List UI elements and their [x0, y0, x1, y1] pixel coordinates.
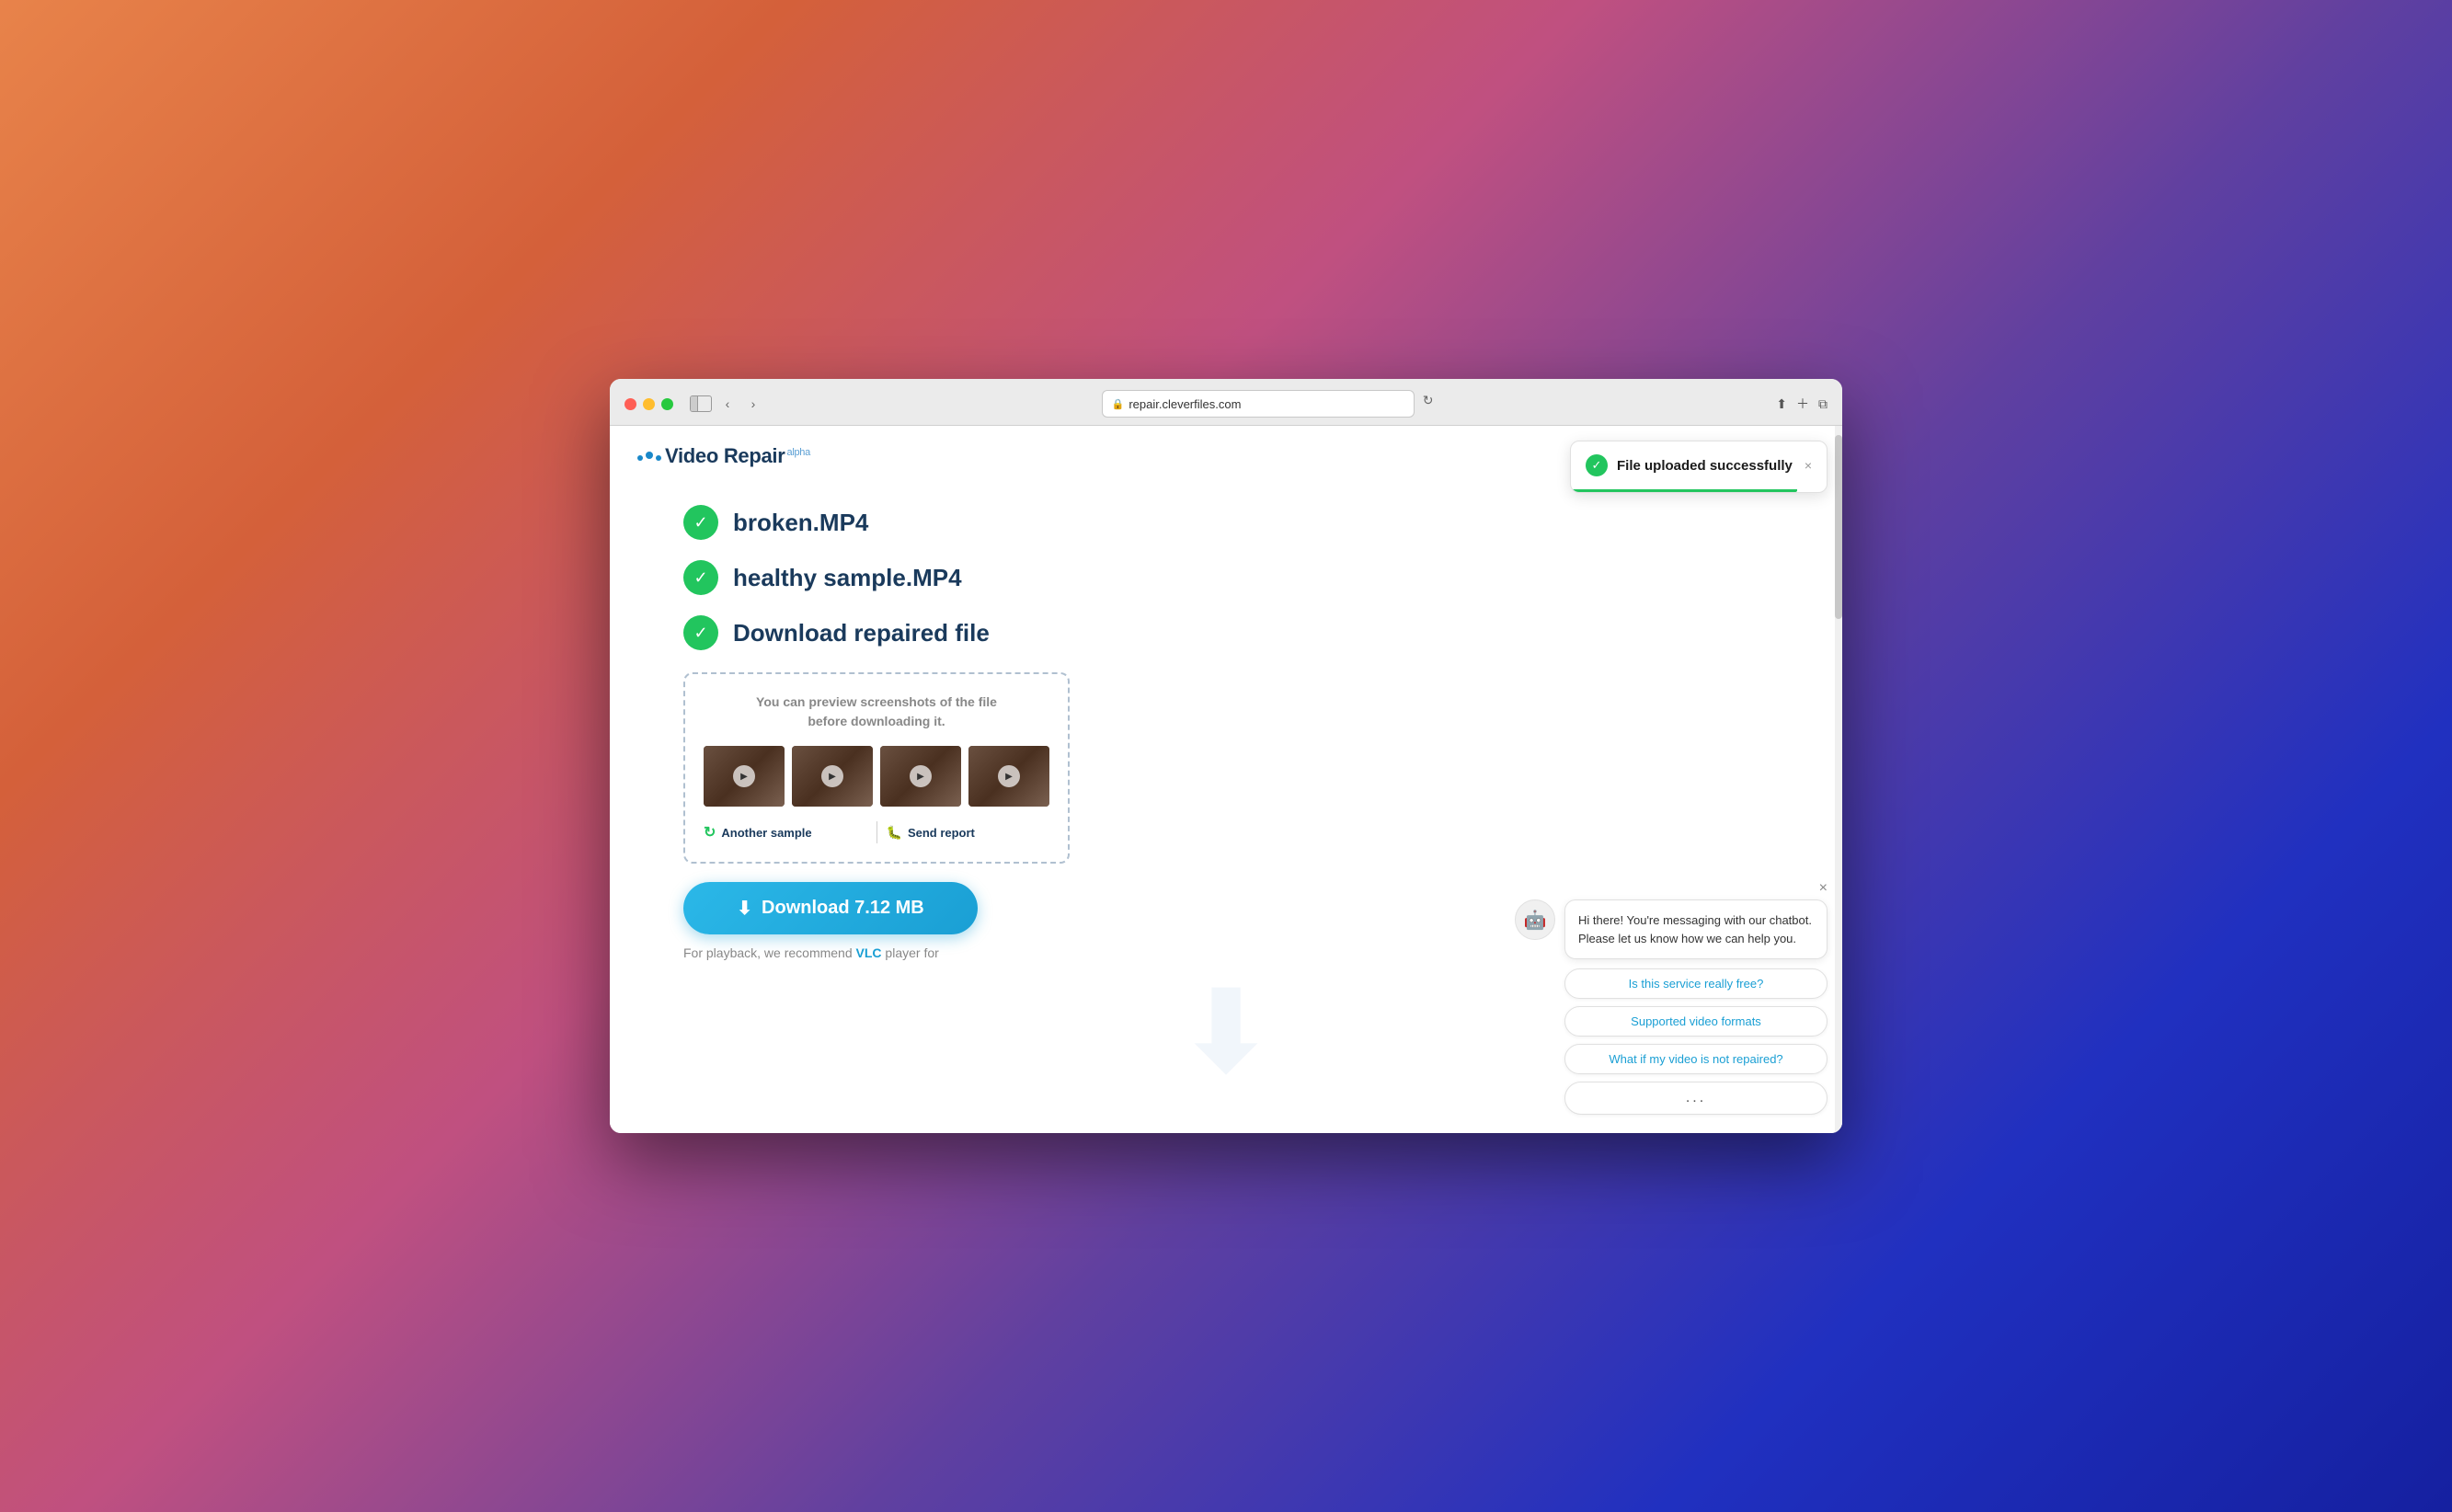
- logo-alpha: alpha: [787, 447, 810, 458]
- chatbot-content: Hi there! You're messaging with our chat…: [1564, 899, 1828, 1115]
- send-report-icon: 🐛: [887, 825, 902, 841]
- reload-button[interactable]: ↻: [1418, 390, 1438, 410]
- step-check-icon-1: ✓: [683, 505, 718, 540]
- chatbot-suggestion-1[interactable]: Supported video formats: [1564, 1006, 1828, 1037]
- url-bar[interactable]: 🔒 repair.cleverfiles.com: [1102, 390, 1415, 418]
- traffic-light-minimize[interactable]: [643, 398, 655, 410]
- thumb-play-3: ▶: [910, 765, 932, 787]
- footer-text-after: player for: [882, 945, 939, 960]
- preview-actions: ↻ Another sample 🐛 Send report: [704, 821, 1049, 843]
- step-list: ✓ broken.MP4 ✓ healthy sample.MP4 ✓ Down…: [683, 505, 1769, 650]
- browser-window: ‹ › 🔒 repair.cleverfiles.com ↻ ⬆ ＋ ⧉: [610, 379, 1842, 1133]
- thumb-play-1: ▶: [733, 765, 755, 787]
- another-sample-icon: ↻: [704, 823, 716, 842]
- download-label: Download 7.12 MB: [762, 898, 924, 919]
- logo-dot-2: [646, 452, 653, 459]
- tabs-icon[interactable]: ⧉: [1818, 396, 1828, 412]
- chatbot-greeting: Hi there! You're messaging with our chat…: [1564, 899, 1828, 959]
- preview-thumb-4[interactable]: ▶: [968, 746, 1049, 807]
- page-content: Video Repairalpha ✓ File uploaded succes…: [610, 426, 1842, 1133]
- url-bar-wrap: 🔒 repair.cleverfiles.com ↻: [773, 390, 1767, 418]
- preview-box: You can preview screenshots of the fileb…: [683, 672, 1070, 864]
- step-item-broken: ✓ broken.MP4: [683, 505, 1769, 540]
- forward-button[interactable]: ›: [743, 394, 763, 414]
- step-check-icon-3: ✓: [683, 615, 718, 650]
- step-check-icon-2: ✓: [683, 560, 718, 595]
- toast-notification: ✓ File uploaded successfully ×: [1570, 441, 1828, 493]
- page-watermark: ⬇: [1180, 968, 1273, 1096]
- footer-text-before: For playback, we recommend: [683, 945, 856, 960]
- step-label-1: broken.MP4: [733, 509, 868, 537]
- url-text: repair.cleverfiles.com: [1129, 397, 1241, 411]
- new-tab-icon[interactable]: ＋: [1796, 395, 1809, 413]
- preview-thumb-1[interactable]: ▶: [704, 746, 785, 807]
- chatbot-suggestion-0[interactable]: Is this service really free?: [1564, 968, 1828, 999]
- logo-dot-3: [656, 455, 661, 461]
- download-icon: ⬇: [737, 897, 752, 920]
- toast-progress-bar: [1571, 489, 1797, 492]
- lock-icon: 🔒: [1112, 398, 1125, 410]
- logo-v: V: [665, 444, 678, 467]
- share-icon[interactable]: ⬆: [1776, 396, 1787, 412]
- another-sample-label: Another sample: [721, 826, 811, 840]
- toast-close-button[interactable]: ×: [1805, 459, 1812, 472]
- preview-thumb-2[interactable]: ▶: [792, 746, 873, 807]
- scrollbar-track[interactable]: [1835, 426, 1842, 1133]
- preview-description: You can preview screenshots of the fileb…: [704, 693, 1049, 731]
- chatbot-close-button[interactable]: ×: [1819, 881, 1828, 896]
- vlc-link[interactable]: VLC: [856, 945, 882, 960]
- browser-controls: ‹ ›: [690, 394, 763, 414]
- step-item-healthy: ✓ healthy sample.MP4: [683, 560, 1769, 595]
- back-button[interactable]: ‹: [717, 394, 738, 414]
- logo: Video Repairalpha: [637, 444, 810, 468]
- browser-chrome: ‹ › 🔒 repair.cleverfiles.com ↻ ⬆ ＋ ⧉: [610, 379, 1842, 426]
- chatbot-body: 🤖 Hi there! You're messaging with our ch…: [1515, 899, 1828, 1115]
- preview-thumb-3[interactable]: ▶: [880, 746, 961, 807]
- send-report-label: Send report: [908, 826, 975, 840]
- step-item-download: ✓ Download repaired file: [683, 615, 1769, 650]
- browser-actions: ⬆ ＋ ⧉: [1776, 395, 1828, 413]
- logo-icon: [637, 452, 661, 461]
- traffic-light-fullscreen[interactable]: [661, 398, 673, 410]
- step-label-2: healthy sample.MP4: [733, 564, 962, 592]
- logo-name: ideo Repair: [678, 444, 785, 467]
- toast-success-icon: ✓: [1586, 454, 1608, 476]
- thumb-play-2: ▶: [821, 765, 843, 787]
- download-button[interactable]: ⬇ Download 7.12 MB: [683, 882, 978, 934]
- scrollbar-thumb[interactable]: [1835, 435, 1842, 619]
- chatbot-more-button[interactable]: ...: [1564, 1082, 1828, 1115]
- chatbot-close-row: ×: [1515, 881, 1828, 896]
- traffic-light-close[interactable]: [624, 398, 636, 410]
- toast-message: File uploaded successfully: [1617, 458, 1795, 474]
- chatbot-suggestion-2[interactable]: What if my video is not repaired?: [1564, 1044, 1828, 1074]
- sidebar-toggle-button[interactable]: [690, 395, 712, 412]
- step-label-3: Download repaired file: [733, 619, 990, 647]
- logo-text: Video Repairalpha: [665, 444, 810, 468]
- chatbot-panel: × 🤖 Hi there! You're messaging with our …: [1515, 881, 1828, 1115]
- traffic-lights: [624, 398, 673, 410]
- thumb-play-4: ▶: [998, 765, 1020, 787]
- another-sample-button[interactable]: ↻ Another sample: [704, 823, 867, 842]
- chatbot-avatar: 🤖: [1515, 899, 1555, 940]
- send-report-button[interactable]: 🐛 Send report: [887, 825, 1050, 841]
- logo-dot-1: [637, 455, 643, 461]
- preview-thumbnails: ▶ ▶ ▶ ▶: [704, 746, 1049, 807]
- chatbot-suggestions: Is this service really free? Supported v…: [1564, 968, 1828, 1115]
